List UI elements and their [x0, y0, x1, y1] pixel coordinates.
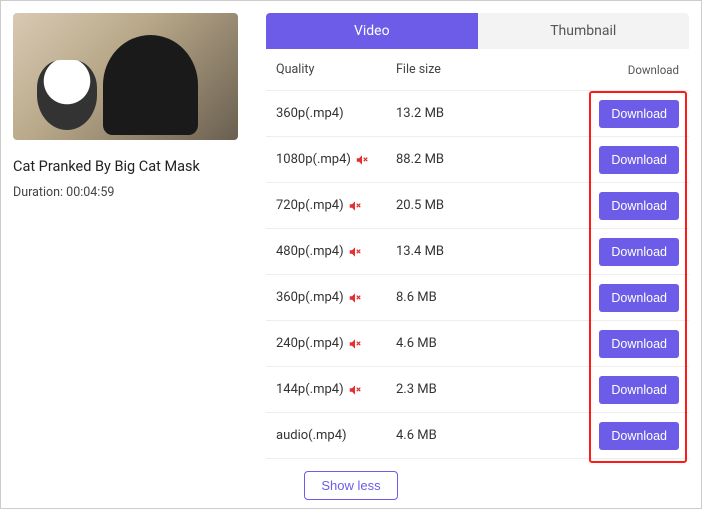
quality-label: 720p(.mp4): [276, 198, 344, 213]
tab-thumbnail[interactable]: Thumbnail: [478, 13, 690, 49]
tab-video[interactable]: Video: [266, 13, 478, 49]
quality-label: 144p(.mp4): [276, 382, 344, 397]
quality-label: 480p(.mp4): [276, 244, 344, 259]
table-row: 144p(.mp4) 2.3 MB Download: [266, 367, 689, 413]
no-audio-icon: [348, 291, 362, 305]
download-button[interactable]: Download: [599, 238, 679, 266]
table-row: 1080p(.mp4) 88.2 MB Download: [266, 137, 689, 183]
download-button[interactable]: Download: [599, 146, 679, 174]
show-less-button[interactable]: Show less: [304, 471, 397, 500]
table-row: audio(.mp4) 4.6 MB Download: [266, 413, 689, 459]
filesize-label: 4.6 MB: [396, 336, 506, 351]
no-audio-icon: [348, 245, 362, 259]
table-row: 360p(.mp4) 8.6 MB Download: [266, 275, 689, 321]
table-row: 480p(.mp4) 13.4 MB Download: [266, 229, 689, 275]
download-button[interactable]: Download: [599, 330, 679, 358]
download-button[interactable]: Download: [599, 100, 679, 128]
video-duration: Duration: 00:04:59: [13, 185, 238, 200]
filesize-label: 8.6 MB: [396, 290, 506, 305]
download-table: Quality File size Download 360p(.mp4) 13.…: [266, 49, 689, 465]
quality-label: 1080p(.mp4): [276, 152, 351, 167]
filesize-label: 20.5 MB: [396, 198, 506, 213]
video-thumbnail[interactable]: [13, 13, 238, 140]
filesize-label: 4.6 MB: [396, 428, 506, 443]
quality-label: 360p(.mp4): [276, 290, 344, 305]
no-audio-icon: [348, 199, 362, 213]
filesize-label: 88.2 MB: [396, 152, 506, 167]
quality-label: audio(.mp4): [276, 428, 347, 443]
download-button[interactable]: Download: [599, 422, 679, 450]
no-audio-icon: [348, 383, 362, 397]
filesize-label: 13.4 MB: [396, 244, 506, 259]
download-button[interactable]: Download: [599, 376, 679, 404]
filesize-label: 2.3 MB: [396, 382, 506, 397]
download-button[interactable]: Download: [599, 192, 679, 220]
no-audio-icon: [355, 153, 369, 167]
no-audio-icon: [348, 337, 362, 351]
quality-label: 240p(.mp4): [276, 336, 344, 351]
table-row: 720p(.mp4) 20.5 MB Download: [266, 183, 689, 229]
video-title: Cat Pranked By Big Cat Mask: [13, 158, 238, 175]
download-button[interactable]: Download: [599, 284, 679, 312]
quality-label: 360p(.mp4): [276, 106, 344, 121]
table-row: 240p(.mp4) 4.6 MB Download: [266, 321, 689, 367]
table-row: 360p(.mp4) 13.2 MB Download: [266, 91, 689, 137]
header-download: Download: [506, 63, 679, 77]
header-quality: Quality: [276, 62, 396, 77]
tabs: Video Thumbnail: [266, 13, 689, 49]
header-filesize: File size: [396, 62, 506, 77]
filesize-label: 13.2 MB: [396, 106, 506, 121]
